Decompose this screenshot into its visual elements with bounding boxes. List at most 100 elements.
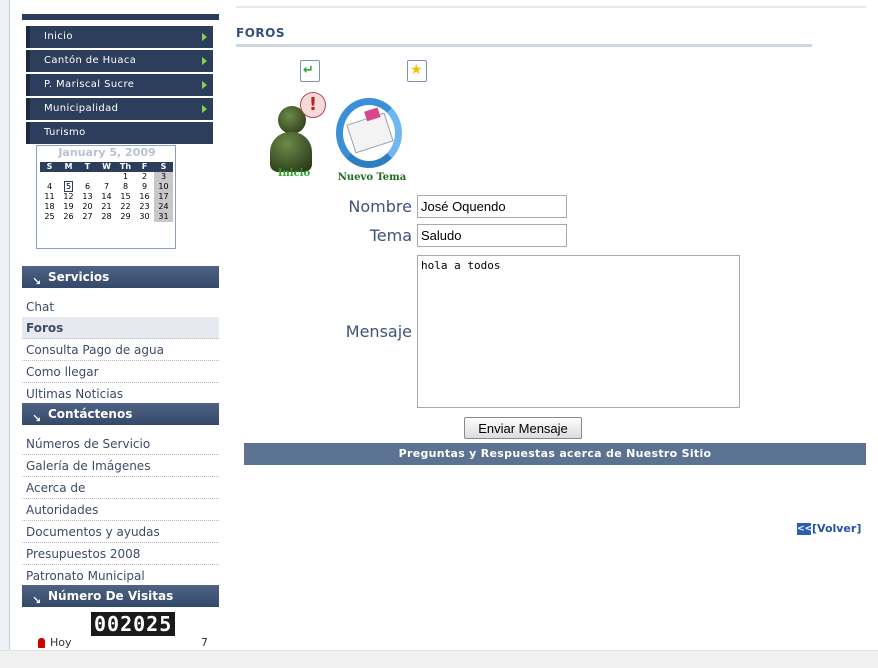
calendar-day[interactable]: 2 (135, 172, 154, 182)
calendar-day[interactable]: 24 (154, 202, 173, 212)
arrow-right-icon (202, 57, 207, 65)
calendar-weekday: S (40, 162, 59, 172)
side-link-como-llegar[interactable]: Como llegar (22, 361, 219, 383)
nombre-label: Nombre (348, 197, 412, 216)
arrow-down-right-icon: ↘ (32, 412, 42, 425)
calendar-grid: S M T W Th F S 1 2 3 4 5 6 7 8 9 10 11 1… (40, 162, 173, 222)
sidebar: Inicio Cantón de Huaca P. Mariscal Sucre… (22, 0, 219, 650)
calendar-day[interactable]: 17 (154, 192, 173, 202)
arrow-right-icon (202, 33, 207, 41)
section-header-servicios: ↘ Servicios (22, 266, 219, 288)
nav-item-label: Cantón de Huaca (44, 55, 137, 66)
side-link-chat[interactable]: Chat (22, 296, 219, 318)
visit-counter: 002025 (91, 612, 176, 636)
left-border (0, 0, 10, 650)
calendar-day[interactable]: 9 (135, 182, 154, 192)
nav-item-inicio[interactable]: Inicio (26, 26, 213, 48)
page-title: FOROS (236, 26, 285, 40)
reply-page-icon[interactable] (300, 60, 320, 82)
side-link-autoridades[interactable]: Autoridades (22, 499, 219, 521)
arrow-down-right-icon: ↘ (32, 594, 42, 607)
mensaje-label: Mensaje (345, 322, 412, 341)
volver-link[interactable]: <<[Volver] (797, 522, 861, 535)
nav-item-turismo[interactable]: Turismo (26, 122, 213, 144)
calendar-day[interactable]: 4 (40, 182, 59, 192)
calendar-today-label: 5 (63, 181, 74, 192)
nav-item-label: Inicio (44, 31, 73, 42)
visits-today-label: Hoy (50, 636, 72, 649)
calendar-day[interactable]: 30 (135, 212, 154, 222)
calendar-day[interactable]: 26 (59, 212, 78, 222)
tema-input[interactable] (417, 224, 567, 247)
calendar-day[interactable]: 10 (154, 182, 173, 192)
inicio-button-label: Inicio (277, 168, 311, 179)
main-content: FOROS ! Inicio Nuevo Tema Nombre Tema Me… (236, 0, 878, 650)
calendar-day[interactable]: 3 (154, 172, 173, 182)
side-link-consulta-pago-agua[interactable]: Consulta Pago de agua (22, 339, 219, 361)
calendar-day[interactable]: 16 (135, 192, 154, 202)
arrow-down-right-icon: ↘ (32, 275, 42, 288)
calendar-day[interactable]: 8 (116, 182, 135, 192)
top-divider (236, 6, 866, 8)
calendar-day[interactable]: 12 (59, 192, 78, 202)
calendar-day[interactable]: 27 (78, 212, 97, 222)
mensaje-textarea[interactable]: hola a todos (417, 255, 740, 408)
calendar-day[interactable]: 1 (116, 172, 135, 182)
calendar-day-today[interactable]: 5 (59, 181, 78, 192)
side-link-acerca-de[interactable]: Acerca de (22, 477, 219, 499)
calendar-day[interactable]: 21 (97, 202, 116, 212)
section-title: Número De Visitas (48, 589, 174, 603)
calendar-day[interactable]: 11 (40, 192, 59, 202)
favorite-star-icon[interactable] (407, 60, 427, 82)
calendar-day[interactable] (97, 172, 116, 182)
section-header-contactenos: ↘ Contáctenos (22, 403, 219, 425)
nav-item-p-mariscal-sucre[interactable]: P. Mariscal Sucre (26, 74, 213, 96)
side-link-ultimas-noticias[interactable]: Ultimas Noticias (22, 383, 219, 405)
volver-label: [Volver] (812, 522, 862, 535)
calendar-day[interactable]: 23 (135, 202, 154, 212)
nuevo-tema-button[interactable]: Nuevo Tema (332, 92, 412, 184)
enviar-mensaje-button[interactable]: Enviar Mensaje (464, 417, 582, 439)
calendar-day[interactable]: 28 (97, 212, 116, 222)
section-title: Contáctenos (48, 407, 133, 421)
calendar-day[interactable]: 20 (78, 202, 97, 212)
calendar-day[interactable] (40, 172, 59, 182)
calendar-day[interactable]: 18 (40, 202, 59, 212)
calendar-weekday: W (97, 162, 116, 172)
calendar-day[interactable]: 13 (78, 192, 97, 202)
calendar-weekday: T (78, 162, 97, 172)
side-link-foros[interactable]: Foros (22, 317, 219, 339)
faq-bar[interactable]: Preguntas y Respuestas acerca de Nuestro… (244, 443, 866, 465)
calendar-day[interactable]: 7 (97, 182, 116, 192)
visits-today-count: 7 (201, 636, 208, 649)
nuevo-tema-button-label: Nuevo Tema (337, 172, 407, 183)
calendar-day[interactable]: 29 (116, 212, 135, 222)
nombre-input[interactable] (417, 195, 567, 218)
nav-item-municipalidad[interactable]: Municipalidad (26, 98, 213, 120)
calendar-day[interactable]: 15 (116, 192, 135, 202)
sidebar-top-strip (22, 14, 219, 20)
side-link-patronato-municipal[interactable]: Patronato Municipal (22, 565, 219, 587)
nav-item-canton-de-huaca[interactable]: Cantón de Huaca (26, 50, 213, 72)
user-icon (38, 638, 45, 648)
side-link-documentos-ayudas[interactable]: Documentos y ayudas (22, 521, 219, 543)
calendar-day[interactable]: 31 (154, 212, 173, 222)
side-link-presupuestos-2008[interactable]: Presupuestos 2008 (22, 543, 219, 565)
calendar-day[interactable]: 14 (97, 192, 116, 202)
section-header-visitas: ↘ Número De Visitas (22, 585, 219, 607)
alert-icon: ! (300, 92, 326, 118)
calendar-weekday: F (135, 162, 154, 172)
calendar-day[interactable]: 6 (78, 182, 97, 192)
side-link-galeria-imagenes[interactable]: Galería de Imágenes (22, 455, 219, 477)
footer-bar (0, 650, 878, 668)
side-link-numeros-servicio[interactable]: Números de Servicio (22, 433, 219, 455)
section-title: Servicios (48, 270, 110, 284)
inicio-button[interactable]: ! Inicio (266, 90, 336, 184)
calendar-day[interactable] (78, 172, 97, 182)
title-underline (236, 44, 812, 47)
calendar-day[interactable]: 25 (40, 212, 59, 222)
calendar-day[interactable]: 22 (116, 202, 135, 212)
calendar-day[interactable]: 19 (59, 202, 78, 212)
nav-menu: Inicio Cantón de Huaca P. Mariscal Sucre… (26, 26, 213, 146)
calendar-weekday: Th (116, 162, 135, 172)
